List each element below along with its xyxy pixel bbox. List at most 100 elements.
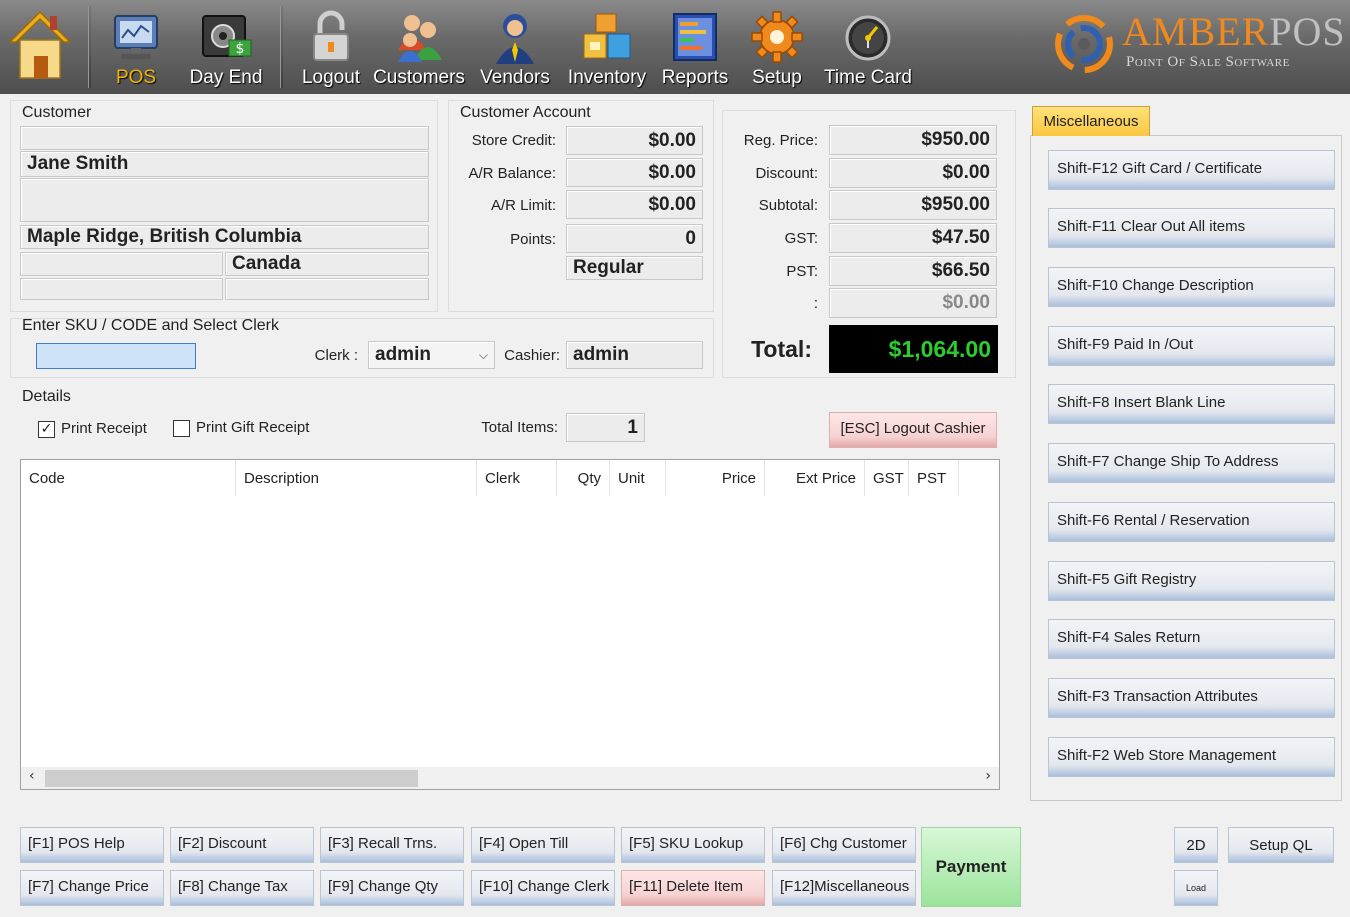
line-items-grid[interactable]: Code Description Clerk Qty Unit Price Ex…: [20, 459, 1000, 790]
customer-phone-field[interactable]: [20, 278, 223, 300]
clear-all-items-button[interactable]: Shift-F11 Clear Out All items: [1048, 208, 1335, 248]
f6-change-customer-button[interactable]: [F6] Chg Customer: [772, 827, 916, 863]
reg-price-label: Reg. Price:: [743, 132, 818, 149]
vendor-icon: [488, 8, 542, 66]
customer-city-field[interactable]: Maple Ridge, British Columbia: [20, 225, 429, 249]
reports-label: Reports: [661, 67, 729, 88]
transaction-attributes-button[interactable]: Shift-F3 Transaction Attributes: [1048, 678, 1335, 718]
col-qty[interactable]: Qty: [557, 460, 610, 496]
gift-registry-button[interactable]: Shift-F5 Gift Registry: [1048, 561, 1335, 601]
svg-text:$: $: [236, 41, 245, 57]
insert-blank-line-button[interactable]: Shift-F8 Insert Blank Line: [1048, 384, 1335, 424]
gift-card-button[interactable]: Shift-F12 Gift Card / Certificate: [1048, 150, 1335, 190]
change-ship-address-button[interactable]: Shift-F7 Change Ship To Address: [1048, 443, 1335, 483]
paid-in-out-button[interactable]: Shift-F9 Paid In /Out: [1048, 326, 1335, 366]
customer-extra-field[interactable]: [225, 278, 429, 300]
print-receipt-checkbox[interactable]: ✓: [38, 421, 55, 438]
2d-button[interactable]: 2D: [1174, 827, 1218, 863]
pst-value: $66.50: [829, 256, 997, 286]
vendors-button[interactable]: Vendors: [478, 0, 552, 94]
col-ext-price[interactable]: Ext Price: [765, 460, 865, 496]
customer-name-field[interactable]: Jane Smith: [20, 151, 429, 177]
logout-cashier-button[interactable]: [ESC] Logout Cashier: [829, 412, 997, 448]
toolbar-separator: [88, 6, 91, 88]
total-label: Total:: [751, 336, 812, 362]
pst-label: PST:: [786, 263, 818, 280]
f10-change-clerk-button[interactable]: [F10] Change Clerk: [471, 870, 615, 906]
f3-recall-transaction-button[interactable]: [F3] Recall Trns.: [320, 827, 464, 863]
home-button[interactable]: [4, 0, 76, 94]
inventory-button[interactable]: Inventory: [562, 0, 652, 94]
customer-title: Customer: [22, 104, 92, 121]
f9-change-qty-button[interactable]: [F9] Change Qty: [320, 870, 464, 906]
time-card-label: Time Card: [824, 67, 912, 88]
inventory-boxes-icon: [580, 8, 634, 66]
scrollbar-thumb[interactable]: [45, 770, 418, 787]
pos-label: POS: [115, 67, 157, 88]
sales-return-button[interactable]: Shift-F4 Sales Return: [1048, 619, 1335, 659]
col-gst[interactable]: GST: [865, 460, 909, 496]
setup-ql-button[interactable]: Setup QL: [1228, 827, 1334, 863]
f7-change-price-button[interactable]: [F7] Change Price: [20, 870, 164, 906]
col-pst[interactable]: PST: [909, 460, 959, 496]
clock-icon: [841, 8, 895, 66]
f8-change-tax-button[interactable]: [F8] Change Tax: [170, 870, 314, 906]
customer-postal-field[interactable]: [20, 252, 223, 276]
grid-horizontal-scrollbar[interactable]: ‹ ›: [21, 767, 999, 789]
chevron-down-icon: ⌵: [478, 348, 488, 362]
col-description[interactable]: Description: [236, 460, 477, 496]
col-price[interactable]: Price: [666, 460, 765, 496]
gst-value: $47.50: [829, 223, 997, 253]
clerk-select[interactable]: admin ⌵: [368, 341, 495, 369]
col-unit[interactable]: Unit: [610, 460, 666, 496]
price-level-value: Regular: [566, 256, 703, 280]
customer-account-title: Customer Account: [460, 104, 591, 121]
load-button[interactable]: Load: [1174, 870, 1218, 906]
customers-button[interactable]: Customers: [372, 0, 466, 94]
f12-miscellaneous-button[interactable]: [F12]Miscellaneous: [772, 870, 916, 906]
payment-button[interactable]: Payment: [921, 827, 1021, 907]
f5-sku-lookup-button[interactable]: [F5] SKU Lookup: [621, 827, 765, 863]
f1-pos-help-button[interactable]: [F1] POS Help: [20, 827, 164, 863]
ar-limit-label: A/R Limit:: [490, 197, 556, 214]
logout-label: Logout: [301, 67, 361, 88]
sku-input[interactable]: [36, 343, 196, 369]
rental-reservation-button[interactable]: Shift-F6 Rental / Reservation: [1048, 502, 1335, 542]
other-tax-label: :: [813, 295, 818, 312]
scroll-left-icon[interactable]: ‹: [29, 768, 35, 784]
total-items-value: 1: [566, 413, 645, 442]
customer-address-field[interactable]: [20, 178, 429, 222]
ar-limit-value: $0.00: [566, 190, 703, 219]
gear-icon: [750, 8, 804, 66]
sku-entry-title: Enter SKU / CODE and Select Clerk: [22, 317, 279, 334]
logout-button[interactable]: Logout: [298, 0, 364, 94]
change-description-button[interactable]: Shift-F10 Change Description: [1048, 267, 1335, 307]
discount-label: Discount:: [755, 165, 818, 182]
main-toolbar: POS $ Day End Logout Customers Vendors I…: [0, 0, 1350, 94]
store-credit-label: Store Credit:: [471, 132, 556, 149]
customer-country-field[interactable]: Canada: [225, 252, 429, 276]
pos-button[interactable]: POS: [106, 0, 166, 94]
day-end-button[interactable]: $ Day End: [186, 0, 266, 94]
f11-delete-item-button[interactable]: [F11] Delete Item: [621, 870, 765, 906]
ar-balance-label: A/R Balance:: [468, 165, 556, 182]
print-gift-receipt-checkbox[interactable]: [173, 420, 190, 437]
web-store-management-button[interactable]: Shift-F2 Web Store Management: [1048, 737, 1335, 777]
tab-miscellaneous[interactable]: Miscellaneous: [1032, 106, 1150, 136]
pos-terminal-icon: [109, 8, 163, 66]
time-card-button[interactable]: Time Card: [820, 0, 916, 94]
cashier-value: admin: [566, 341, 703, 369]
padlock-icon: [304, 8, 358, 66]
reports-button[interactable]: Reports: [658, 0, 732, 94]
total-items-label: Total Items:: [481, 419, 558, 436]
points-label: Points:: [510, 231, 556, 248]
setup-button[interactable]: Setup: [742, 0, 812, 94]
f2-discount-button[interactable]: [F2] Discount: [170, 827, 314, 863]
col-code[interactable]: Code: [21, 460, 236, 496]
customers-label: Customers: [373, 67, 465, 88]
customer-line1-field[interactable]: [20, 126, 429, 150]
customers-icon: [392, 8, 446, 66]
f4-open-till-button[interactable]: [F4] Open Till: [471, 827, 615, 863]
col-clerk[interactable]: Clerk: [477, 460, 557, 496]
scroll-right-icon[interactable]: ›: [985, 768, 991, 784]
